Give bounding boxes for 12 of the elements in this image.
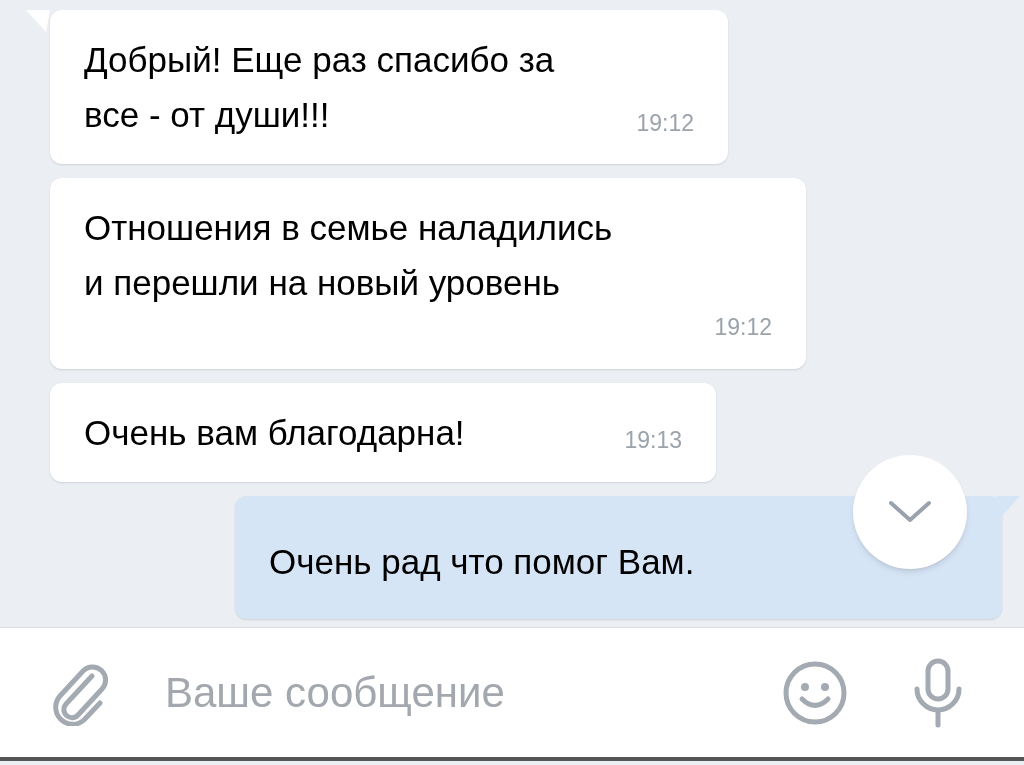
message-time: 19:12: [714, 313, 772, 342]
microphone-icon[interactable]: [912, 656, 964, 729]
message-text: Очень вам благодарна!: [84, 411, 465, 454]
chevron-down-icon: [888, 500, 932, 524]
smiley-icon[interactable]: [782, 659, 848, 726]
composer-bar[interactable]: Ваше сообщение: [0, 627, 1024, 761]
message-time: 19:12: [636, 108, 694, 138]
message-time: 19:13: [624, 426, 682, 455]
message-input-field[interactable]: Ваше сообщение: [165, 661, 782, 724]
message-text: Добрый! Еще раз спасибо за все - от души!!!: [84, 39, 556, 136]
message-text: Отношения в семье наладились и перешли на новый уровень: [84, 207, 614, 304]
message-text: Очень рад что помог Вам.: [269, 540, 695, 583]
